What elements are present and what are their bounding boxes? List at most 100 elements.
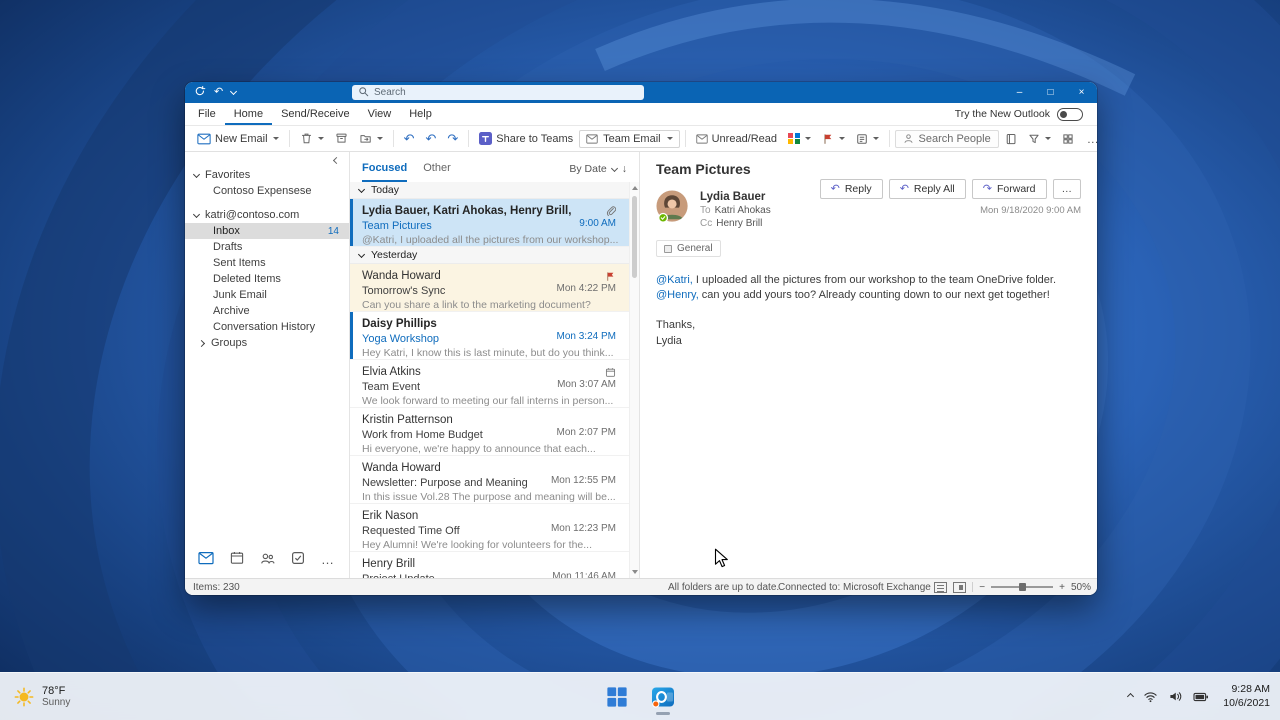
search-people-field[interactable]: Search People xyxy=(895,130,999,148)
folder-conversation-history[interactable]: Conversation History xyxy=(185,319,349,335)
unread-read-button[interactable]: Unread/Read xyxy=(691,131,782,147)
archive-button[interactable] xyxy=(330,130,353,147)
tab-send-receive[interactable]: Send/Receive xyxy=(272,103,359,125)
group-header-yesterday[interactable]: Yesterday xyxy=(350,247,639,264)
sender-avatar[interactable] xyxy=(656,190,690,224)
more-modules-button[interactable]: … xyxy=(321,552,334,567)
reading-view-icon[interactable] xyxy=(953,582,966,593)
start-button[interactable] xyxy=(599,676,635,718)
wifi-icon[interactable] xyxy=(1143,690,1158,703)
people-module-icon[interactable] xyxy=(260,551,275,568)
collapse-folder-pane-button[interactable] xyxy=(185,153,349,167)
address-book-button[interactable] xyxy=(1000,131,1022,147)
ribbon-overflow-button[interactable]: … xyxy=(1082,130,1097,148)
tags-button[interactable] xyxy=(851,131,884,147)
taskbar-outlook-button[interactable] xyxy=(645,676,681,718)
folder-deleted-items[interactable]: Deleted Items xyxy=(185,271,349,287)
sender-name[interactable]: Lydia Bauer xyxy=(700,191,1081,203)
categorize-button[interactable] xyxy=(783,131,816,147)
zoom-slider[interactable] xyxy=(991,586,1053,588)
email-list-item[interactable]: Daisy Phillips Yoga Workshop Hey Katri, … xyxy=(350,312,639,360)
titlebar-search[interactable] xyxy=(352,85,644,100)
minimize-button[interactable]: – xyxy=(1004,82,1035,103)
weather-widget[interactable]: 78°F Sunny xyxy=(14,673,70,720)
mail-module-icon[interactable] xyxy=(198,551,214,568)
folder-junk-email[interactable]: Junk Email xyxy=(185,287,349,303)
chevron-down-icon xyxy=(193,210,200,217)
email-list-item[interactable]: Elvia Atkins Team Event We look forward … xyxy=(350,360,639,408)
search-people-label: Search People xyxy=(919,133,991,145)
email-list-item[interactable]: Lydia Bauer, Katri Ahokas, Henry Brill, … xyxy=(350,199,639,247)
windows-start-icon xyxy=(606,686,628,708)
filter-email-button[interactable] xyxy=(1023,131,1056,147)
volume-icon[interactable] xyxy=(1168,690,1183,703)
maximize-button[interactable]: □ xyxy=(1035,82,1066,103)
to-recipients[interactable]: Katri Ahokas xyxy=(715,205,771,216)
folder-inbox[interactable]: Inbox 14 xyxy=(185,223,349,239)
tab-file[interactable]: File xyxy=(189,103,225,125)
group-header-today[interactable]: Today xyxy=(350,182,639,199)
cc-recipients[interactable]: Henry Brill xyxy=(716,218,762,229)
close-button[interactable]: × xyxy=(1066,82,1097,103)
tasks-module-icon[interactable] xyxy=(291,551,305,568)
email-list-item[interactable]: Henry Brill Project Update Mon 11:46 AM xyxy=(350,552,639,578)
forward-button[interactable]: ↷ xyxy=(442,130,463,147)
move-button[interactable] xyxy=(354,130,388,147)
connection-status: Connected to: Microsoft Exchange xyxy=(778,579,931,595)
delete-button[interactable] xyxy=(295,130,329,147)
scroll-up-arrow-icon[interactable] xyxy=(632,186,638,190)
addins-button[interactable] xyxy=(1057,131,1079,147)
tab-help[interactable]: Help xyxy=(400,103,441,125)
email-list-item[interactable]: Wanda Howard Tomorrow's Sync Can you sha… xyxy=(350,264,639,312)
email-preview: We look forward to meeting our fall inte… xyxy=(362,394,625,408)
taskbar-clock[interactable]: 9:28 AM 10/6/2021 xyxy=(1219,683,1270,710)
sensitivity-label[interactable]: General xyxy=(656,240,721,257)
search-input[interactable] xyxy=(374,87,638,98)
mention-link[interactable]: @Henry, xyxy=(656,289,699,301)
unread-indicator-bar xyxy=(350,199,353,246)
tab-other[interactable]: Other xyxy=(423,162,451,182)
favorite-folder[interactable]: Contoso Expensese xyxy=(185,183,349,199)
quick-steps-gallery[interactable]: Team Email xyxy=(579,130,679,148)
reply-button[interactable]: ↶ xyxy=(399,130,420,147)
sort-direction-icon[interactable]: ↓ xyxy=(622,163,627,175)
zoom-level[interactable]: 50% xyxy=(1071,582,1091,593)
undo-icon[interactable]: ↶ xyxy=(214,87,223,98)
account-header[interactable]: katri@contoso.com xyxy=(185,207,349,223)
chevron-down-icon xyxy=(358,250,365,257)
scrollbar-thumb[interactable] xyxy=(632,196,637,278)
zoom-in-button[interactable]: + xyxy=(1059,582,1065,593)
new-email-button[interactable]: New Email xyxy=(192,131,284,147)
tab-view[interactable]: View xyxy=(359,103,401,125)
message-list-scrollbar[interactable] xyxy=(629,182,639,578)
favorites-header[interactable]: Favorites xyxy=(185,167,349,183)
zoom-slider-knob[interactable] xyxy=(1019,583,1026,591)
scroll-down-arrow-icon[interactable] xyxy=(632,570,638,574)
send-receive-icon[interactable] xyxy=(194,85,206,100)
quick-access-toolbar: ↶ xyxy=(185,85,236,100)
zoom-out-button[interactable]: − xyxy=(979,582,985,593)
sort-by-dropdown[interactable]: By Date ↓ xyxy=(569,163,627,182)
folder-sent-items[interactable]: Sent Items xyxy=(185,255,349,271)
mention-link[interactable]: @Katri, xyxy=(656,274,693,286)
email-time: Mon 12:23 PM xyxy=(551,523,616,534)
share-to-teams-button[interactable]: Share to Teams xyxy=(474,130,578,147)
follow-up-button[interactable] xyxy=(817,131,850,147)
new-outlook-toggle[interactable] xyxy=(1057,108,1083,121)
folder-archive[interactable]: Archive xyxy=(185,303,349,319)
reply-all-button[interactable]: ↶ xyxy=(420,130,441,147)
customize-toolbar-chevron-icon[interactable] xyxy=(230,88,237,95)
calendar-module-icon[interactable] xyxy=(230,551,244,568)
battery-icon[interactable] xyxy=(1193,691,1209,703)
email-list-item[interactable]: Wanda Howard Newsletter: Purpose and Mea… xyxy=(350,456,639,504)
chevron-left-icon xyxy=(333,156,340,163)
tray-chevron-up-icon[interactable] xyxy=(1128,694,1133,699)
email-list-item[interactable]: Erik Nason Requested Time Off Hey Alumni… xyxy=(350,504,639,552)
folder-drafts[interactable]: Drafts xyxy=(185,239,349,255)
tab-focused[interactable]: Focused xyxy=(362,162,407,182)
tab-home[interactable]: Home xyxy=(225,103,272,125)
flag-icon[interactable] xyxy=(605,269,616,287)
email-list-item[interactable]: Kristin Patternson Work from Home Budget… xyxy=(350,408,639,456)
normal-view-icon[interactable] xyxy=(934,582,947,593)
folder-groups[interactable]: Groups xyxy=(185,335,349,351)
